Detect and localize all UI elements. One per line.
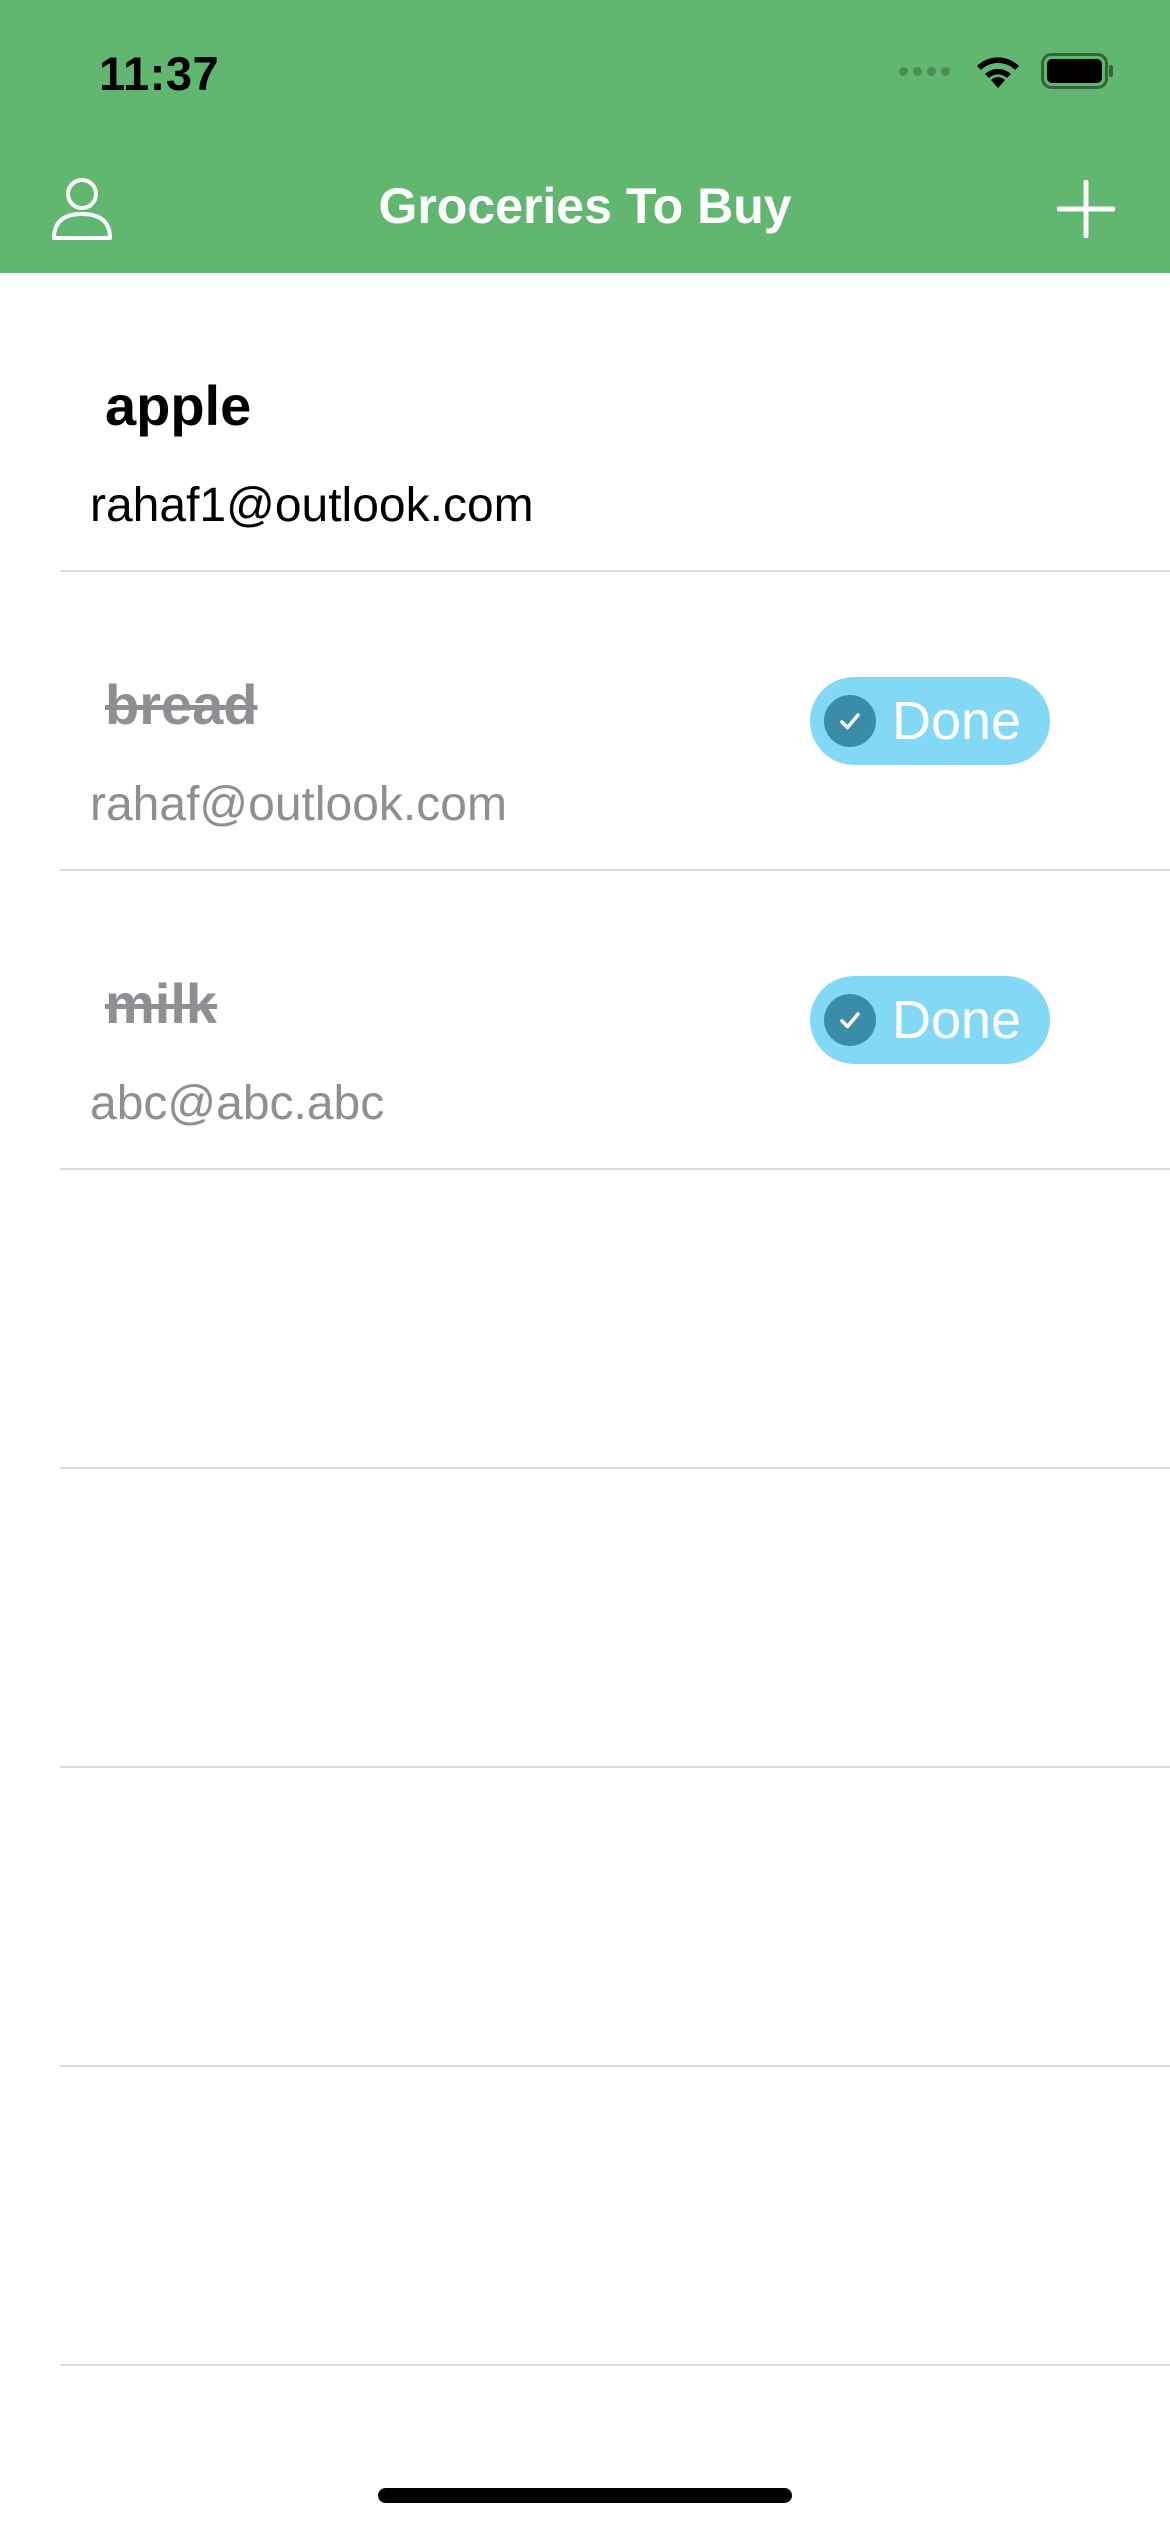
item-email: rahaf1@outlook.com (90, 479, 534, 532)
plus-icon (1056, 179, 1116, 239)
wifi-icon (977, 57, 1019, 88)
done-label: Done (892, 691, 1022, 751)
item-name: apple (105, 374, 252, 437)
page-title: Groceries To Buy (378, 178, 792, 234)
item-name: bread (105, 673, 258, 736)
status-icons (899, 52, 1115, 90)
done-label: Done (892, 990, 1022, 1050)
empty-row (0, 1768, 1170, 2067)
grocery-list: apple rahaf1@outlook.com bread rahaf@out… (0, 273, 1170, 2366)
done-badge[interactable]: Done (810, 976, 1050, 1064)
checkmark-icon (824, 994, 876, 1046)
battery-icon (1041, 53, 1113, 89)
home-indicator[interactable] (378, 2488, 792, 2503)
row-divider (60, 2364, 1170, 2366)
item-email: abc@abc.abc (90, 1077, 385, 1130)
signal-icon (899, 66, 955, 76)
navigation-header: 11:37 Groceries To Buy (0, 0, 1170, 273)
checkmark-icon (824, 695, 876, 747)
done-badge[interactable]: Done (810, 677, 1050, 765)
item-email: rahaf@outlook.com (90, 778, 507, 831)
list-item[interactable]: apple rahaf1@outlook.com (0, 273, 1170, 572)
empty-row (0, 2067, 1170, 2366)
status-time: 11:37 (99, 47, 220, 100)
item-name: milk (105, 972, 218, 1035)
add-item-button[interactable] (1056, 179, 1116, 239)
empty-row (0, 1469, 1170, 1768)
empty-row (0, 1170, 1170, 1469)
